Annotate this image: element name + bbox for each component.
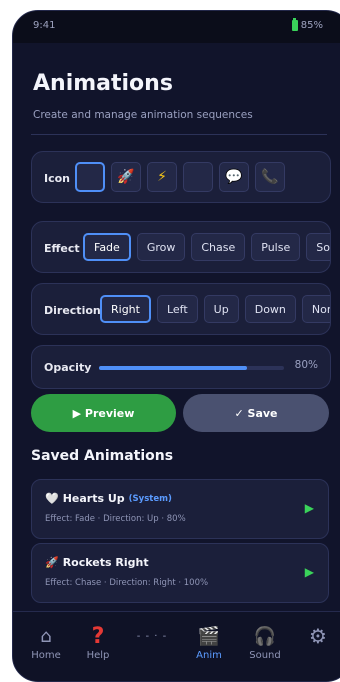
page-subtitle: Create and manage animation sequences	[33, 109, 253, 121]
play-icon[interactable]: ▶	[305, 565, 314, 579]
direction-option-down[interactable]: Down	[244, 295, 296, 323]
gear-icon: ⚙	[309, 624, 327, 648]
heart-icon: 🤍	[45, 492, 59, 505]
icon-picker-row: 🚀 ⚡ 💬 📞	[75, 162, 285, 192]
save-button[interactable]: ✓ Save	[183, 394, 329, 432]
tab-home-label: Home	[31, 650, 61, 661]
effect-label: Effect	[44, 242, 80, 255]
direction-card: Direction Right Left Up Down None	[31, 283, 331, 335]
rocket-icon: 🚀	[117, 169, 135, 185]
icon-option-blank-dark[interactable]	[183, 162, 213, 192]
headphones-icon: 🎧	[253, 625, 277, 647]
tab-anim-label: Anim	[196, 650, 222, 661]
icon-option-blank[interactable]	[75, 162, 105, 192]
dash-pattern-icon: - - · -	[136, 630, 168, 642]
bottom-tab-bar: ⌂ Home ? Help - - · - 🎬 Anim 🎧 Sound ⚙	[13, 611, 340, 681]
rocket-icon: 🚀	[45, 556, 59, 569]
direction-option-left[interactable]: Left	[156, 295, 198, 323]
battery-icon	[291, 18, 298, 31]
icon-option-lightning[interactable]: ⚡	[147, 162, 177, 192]
saved-item-hearts-up[interactable]: 🤍 Hearts Up (System) Effect: Fade · Dire…	[31, 479, 329, 539]
tab-sequence[interactable]: - - · -	[129, 624, 175, 650]
phone-frame: 9:41 85% Animations Create and manage an…	[12, 10, 340, 682]
icon-option-rocket[interactable]: 🚀	[111, 162, 141, 192]
lightning-icon: ⚡	[157, 169, 167, 185]
tab-help[interactable]: ? Help	[75, 623, 121, 662]
status-battery: 85%	[291, 18, 323, 31]
icon-picker-card: Icon 🚀 ⚡ 💬 📞	[31, 151, 331, 203]
direction-options: Right Left Up Down None	[100, 295, 330, 323]
saved-item-meta: Effect: Chase · Direction: Right · 100%	[45, 578, 209, 588]
effect-option-grow[interactable]: Grow	[136, 233, 186, 261]
effect-options: Fade Grow Chase Pulse Solid	[83, 233, 330, 261]
tab-anim[interactable]: 🎬 Anim	[186, 624, 232, 662]
tab-home[interactable]: ⌂ Home	[23, 624, 69, 662]
saved-item-rockets-right[interactable]: 🚀 Rockets Right Effect: Chase · Directio…	[31, 543, 329, 603]
saved-item-meta: Effect: Fade · Direction: Up · 80%	[45, 514, 186, 524]
saved-item-name: Hearts Up	[62, 492, 125, 505]
header-divider	[31, 134, 327, 135]
battery-level: 85%	[300, 20, 323, 31]
help-icon: ?	[91, 623, 105, 649]
saved-animations-title: Saved Animations	[31, 448, 174, 464]
message-icon: 💬	[225, 169, 243, 185]
icon-picker-label: Icon	[44, 172, 71, 185]
icon-option-phone[interactable]: 📞	[255, 162, 285, 192]
effect-option-fade[interactable]: Fade	[83, 233, 131, 261]
opacity-value: 80%	[294, 359, 318, 371]
phone-icon: 📞	[261, 169, 279, 185]
tab-sound-label: Sound	[249, 650, 281, 661]
tab-settings[interactable]: ⚙	[295, 624, 340, 650]
tab-sound[interactable]: 🎧 Sound	[242, 624, 288, 662]
clapperboard-icon: 🎬	[197, 625, 221, 647]
home-icon: ⌂	[40, 625, 52, 647]
status-bar: 9:41 85%	[13, 11, 340, 43]
direction-label: Direction	[44, 304, 101, 317]
opacity-card: Opacity 80%	[31, 345, 331, 389]
icon-option-message[interactable]: 💬	[219, 162, 249, 192]
saved-item-name: Rockets Right	[62, 556, 149, 569]
direction-option-up[interactable]: Up	[203, 295, 239, 323]
preview-button[interactable]: ▶ Preview	[31, 394, 176, 432]
status-time: 9:41	[33, 20, 56, 31]
direction-option-right[interactable]: Right	[100, 295, 151, 323]
effect-option-solid[interactable]: Solid	[306, 233, 330, 261]
opacity-slider-fill	[99, 366, 247, 370]
direction-option-none[interactable]: None	[301, 295, 330, 323]
tab-help-label: Help	[86, 650, 110, 661]
effect-option-chase[interactable]: Chase	[191, 233, 246, 261]
page-title: Animations	[33, 71, 173, 96]
system-tag: (System)	[128, 493, 172, 504]
opacity-slider[interactable]	[99, 366, 284, 370]
play-icon[interactable]: ▶	[305, 501, 314, 515]
effect-card: Effect Fade Grow Chase Pulse Solid	[31, 221, 331, 273]
effect-option-pulse[interactable]: Pulse	[251, 233, 301, 261]
opacity-label: Opacity	[44, 361, 92, 374]
